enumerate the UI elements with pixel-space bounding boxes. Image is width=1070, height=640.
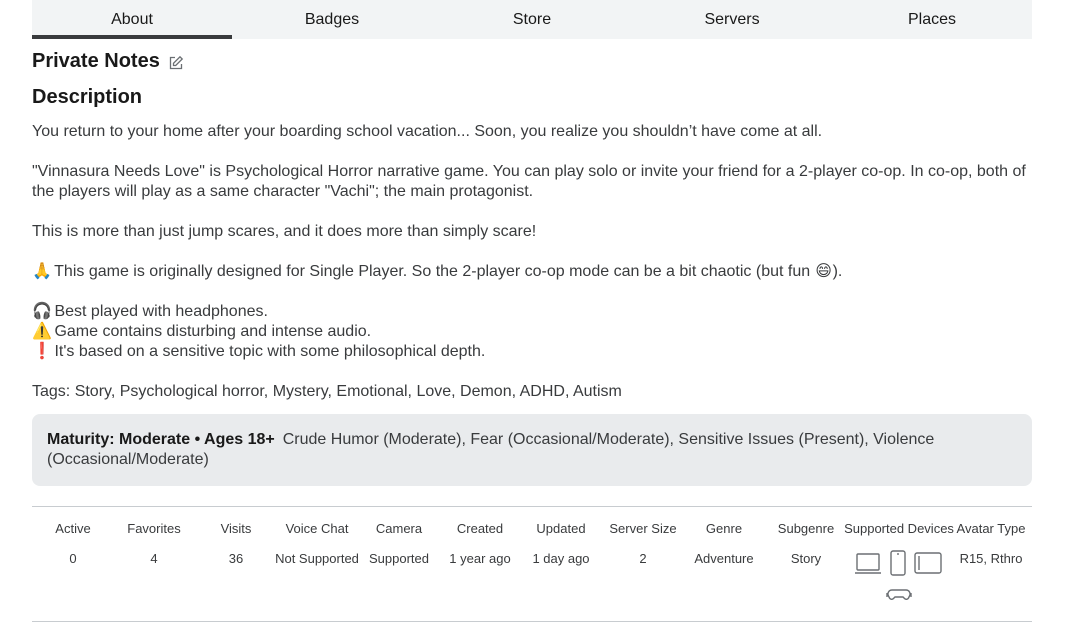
pray-icon: 🙏 xyxy=(32,263,52,280)
tab-store[interactable]: Store xyxy=(432,0,632,39)
maturity-label: Maturity: Moderate • Ages 18+ xyxy=(47,431,275,448)
smile-icon: 😄 xyxy=(815,263,832,280)
warning-icon: ⚠️ xyxy=(32,323,52,340)
stat-visits: Visits 36 xyxy=(220,521,252,566)
phone-icon xyxy=(890,550,906,576)
stat-updated: Updated 1 day ago xyxy=(532,521,590,566)
stat-avatar-type: Avatar Type R15, Rthro xyxy=(956,521,1026,566)
stat-server-size: Server Size 2 xyxy=(609,521,677,566)
description-paragraph: You return to your home after your board… xyxy=(32,123,823,140)
description-line: ⚠️ Game contains disturbing and intense … xyxy=(32,323,372,340)
exclamation-icon: ❗ xyxy=(32,343,52,360)
tags-line: Tags: Story, Psychological horror, Myste… xyxy=(32,383,622,400)
tab-places[interactable]: Places xyxy=(832,0,1032,39)
description-body: You return to your home after your board… xyxy=(32,122,1032,402)
supported-devices-icons xyxy=(852,550,952,612)
stat-voice-chat: Voice Chat Not Supported xyxy=(275,521,359,566)
description-paragraph: This is more than just jump scares, and … xyxy=(32,223,537,240)
private-notes-title: Private Notes xyxy=(32,50,160,72)
headphones-icon: 🎧 xyxy=(32,303,52,320)
tablet-icon xyxy=(914,552,942,574)
stat-genre: Genre Adventure xyxy=(694,521,754,566)
private-notes-heading: Private Notes xyxy=(32,50,184,73)
tab-badges[interactable]: Badges xyxy=(232,0,432,39)
description-paragraph: 🙏 This game is originally designed for S… xyxy=(32,263,843,280)
console-icon xyxy=(886,589,912,600)
stat-active: Active 0 xyxy=(55,521,91,566)
stat-created: Created 1 year ago xyxy=(449,521,511,566)
description-line: ❗ It's based on a sensitive topic with s… xyxy=(32,343,486,360)
game-stats: Active 0 Favorites 4 Visits 36 Voice Cha… xyxy=(32,506,1032,622)
tab-servers[interactable]: Servers xyxy=(632,0,832,39)
maturity-box: Maturity: Moderate • Ages 18+ Crude Humor… xyxy=(32,414,1032,486)
description-heading: Description xyxy=(32,86,143,108)
stat-supported-devices: Supported Devices xyxy=(844,521,954,536)
stat-camera: Camera Supported xyxy=(369,521,429,566)
stat-favorites: Favorites 4 xyxy=(127,521,181,566)
description-line: 🎧 Best played with headphones. xyxy=(32,303,268,320)
tab-about[interactable]: About xyxy=(32,0,232,39)
edit-icon[interactable] xyxy=(168,54,184,70)
stat-subgenre: Subgenre Story xyxy=(777,521,835,566)
tab-bar: About Badges Store Servers Places xyxy=(32,0,1032,39)
computer-icon xyxy=(855,553,881,574)
description-paragraph: "Vinnasura Needs Love" is Psychological … xyxy=(32,163,1026,200)
